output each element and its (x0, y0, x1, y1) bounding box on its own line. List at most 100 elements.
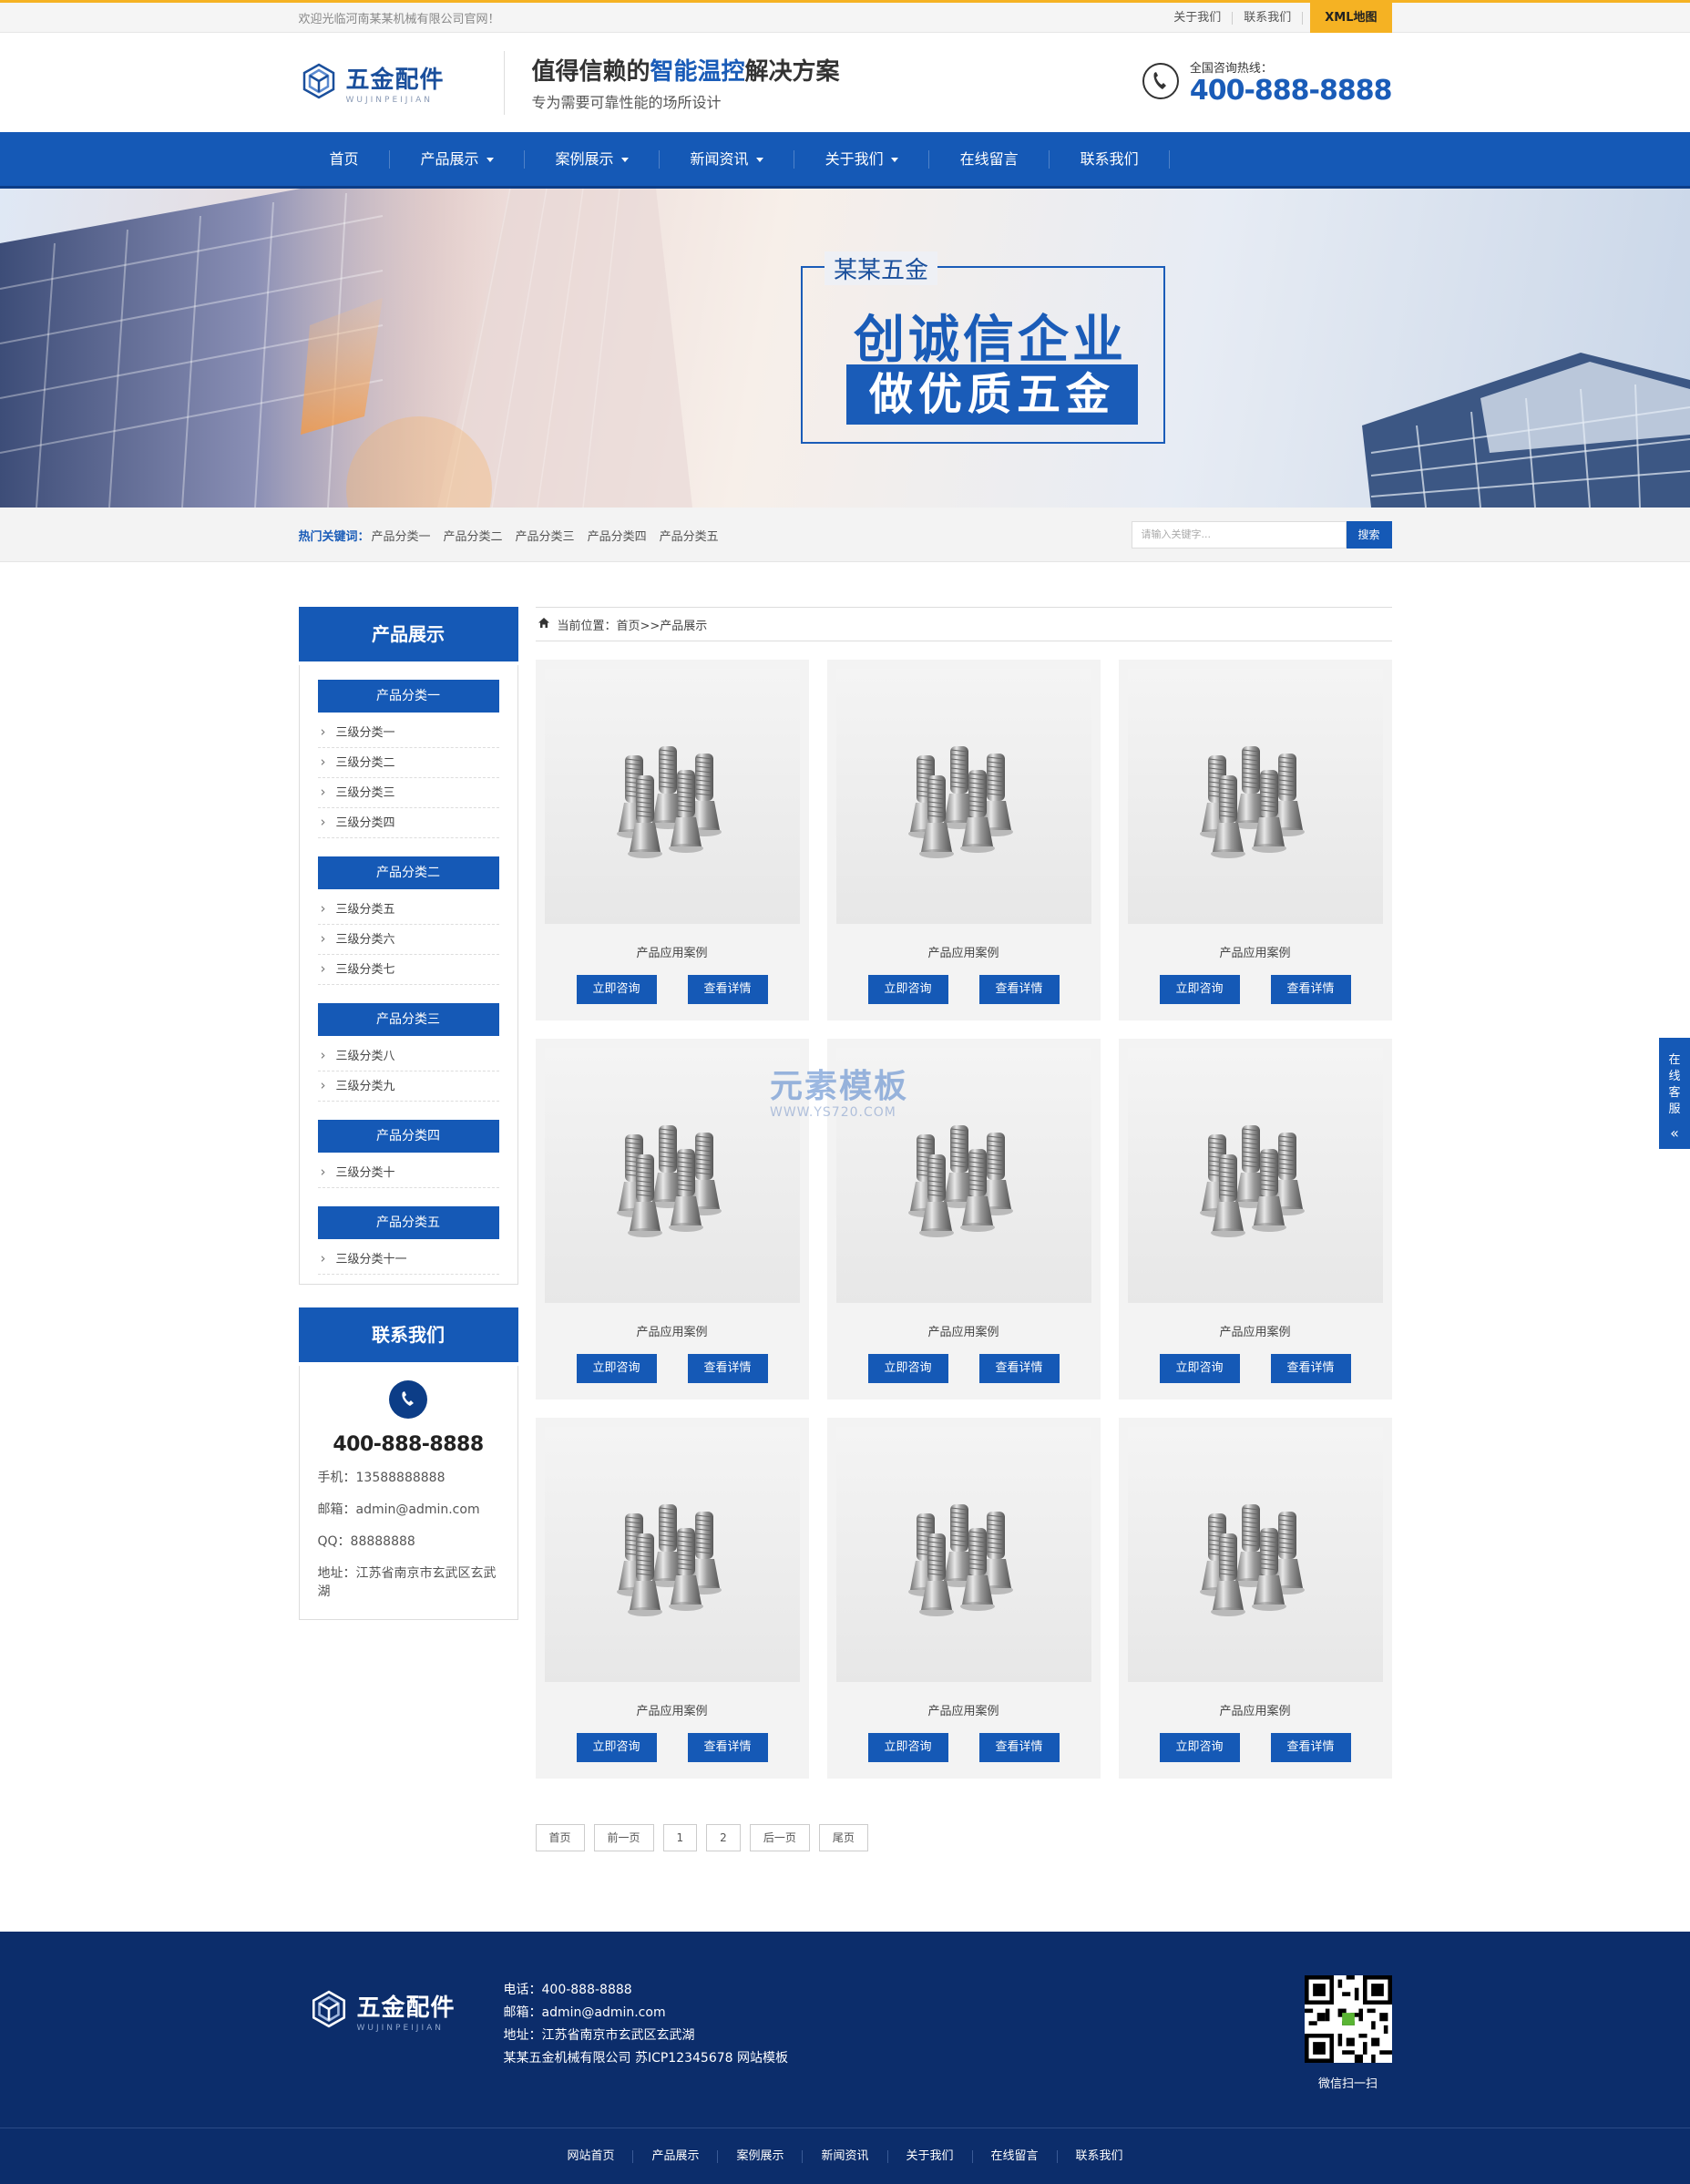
contact-title: 联系我们 (298, 1307, 518, 1366)
category-button[interactable]: 产品分类一 (317, 680, 499, 713)
nav-products[interactable]: 产品展示 (390, 132, 525, 186)
view-details-button[interactable]: 查看详情 (687, 975, 768, 1004)
hot-keyword[interactable]: 产品分类三 (516, 527, 575, 544)
product-image[interactable] (1127, 1427, 1383, 1682)
subcategory-item[interactable]: 三级分类五 (317, 894, 499, 925)
consult-button[interactable]: 立即咨询 (867, 1354, 948, 1383)
page-next[interactable]: 后一页 (749, 1824, 810, 1851)
product-image[interactable] (1127, 1048, 1383, 1303)
page-last[interactable]: 尾页 (818, 1824, 868, 1851)
page-first[interactable]: 首页 (535, 1824, 585, 1851)
contact-email: 邮箱：admin@admin.com (317, 1502, 480, 1517)
product-card[interactable]: 产品应用案例立即咨询 查看详情 (826, 1418, 1101, 1779)
subcategory-item[interactable]: 三级分类十 (317, 1157, 499, 1188)
product-card[interactable]: 产品应用案例立即咨询 查看详情 (535, 1418, 809, 1779)
subcategory-item[interactable]: 三级分类十一 (317, 1244, 499, 1275)
product-card[interactable]: 产品应用案例立即咨询 查看详情 (826, 660, 1101, 1020)
product-card[interactable]: 产品应用案例立即咨询 查看详情 (1118, 1418, 1392, 1779)
nav-news[interactable]: 新闻资讯 (660, 132, 794, 186)
product-title[interactable]: 产品应用案例 (1128, 1701, 1383, 1718)
subcategory-item[interactable]: 三级分类七 (317, 954, 499, 985)
view-details-button[interactable]: 查看详情 (1270, 1354, 1351, 1383)
footer-nav-cases[interactable]: 案例展示 (718, 2149, 804, 2163)
product-title[interactable]: 产品应用案例 (1128, 943, 1383, 960)
footer-logo-name: 五金配件 (356, 1994, 456, 2022)
view-details-button[interactable]: 查看详情 (978, 1733, 1060, 1762)
subcategory-item[interactable]: 三级分类四 (317, 807, 499, 838)
view-details-button[interactable]: 查看详情 (687, 1354, 768, 1383)
view-details-button[interactable]: 查看详情 (978, 975, 1060, 1004)
view-details-button[interactable]: 查看详情 (1270, 1733, 1351, 1762)
product-image[interactable] (544, 1048, 800, 1303)
hot-keyword[interactable]: 产品分类四 (588, 527, 647, 544)
product-card[interactable]: 产品应用案例立即咨询 查看详情 (535, 1039, 809, 1400)
nav-about[interactable]: 关于我们 (794, 132, 929, 186)
category-button[interactable]: 产品分类二 (317, 856, 499, 889)
category-button[interactable]: 产品分类三 (317, 1003, 499, 1036)
product-card[interactable]: 产品应用案例立即咨询 查看详情 (535, 660, 809, 1020)
product-image[interactable] (835, 1427, 1091, 1682)
nav-cases[interactable]: 案例展示 (525, 132, 660, 186)
subcategory-item[interactable]: 三级分类六 (317, 924, 499, 955)
consult-button[interactable]: 立即咨询 (1159, 975, 1240, 1004)
consult-button[interactable]: 立即咨询 (576, 975, 657, 1004)
product-title[interactable]: 产品应用案例 (836, 943, 1091, 960)
product-image[interactable] (544, 669, 800, 924)
subcategory-item[interactable]: 三级分类一 (317, 717, 499, 748)
footer-nav-news[interactable]: 新闻资讯 (803, 2149, 888, 2163)
product-image[interactable] (835, 669, 1091, 924)
hot-keyword[interactable]: 产品分类五 (660, 527, 719, 544)
consult-button[interactable]: 立即咨询 (576, 1733, 657, 1762)
consult-button[interactable]: 立即咨询 (867, 1733, 948, 1762)
view-details-button[interactable]: 查看详情 (687, 1733, 768, 1762)
top-link-contact[interactable]: 联系我们 (1233, 11, 1304, 25)
product-title[interactable]: 产品应用案例 (836, 1322, 1091, 1339)
product-image[interactable] (544, 1427, 800, 1682)
subcategory-item[interactable]: 三级分类九 (317, 1071, 499, 1102)
footer-nav: 网站首页 产品展示 案例展示 新闻资讯 关于我们 在线留言 联系我们 (0, 2128, 1690, 2184)
footer-nav-about[interactable]: 关于我们 (888, 2149, 973, 2163)
site-logo[interactable]: 五金配件 WUJINPEIJIAN (299, 61, 504, 105)
xml-sitemap-link[interactable]: XML地图 (1310, 3, 1392, 33)
page-number[interactable]: 2 (706, 1824, 741, 1851)
hero-banner: 某某五金 创诚信企业 做优质五金 (0, 189, 1690, 508)
online-service-tab[interactable]: 在线客服 « (1659, 1038, 1690, 1149)
footer-nav-message[interactable]: 在线留言 (973, 2149, 1058, 2163)
category-button[interactable]: 产品分类五 (317, 1206, 499, 1239)
footer-nav-products[interactable]: 产品展示 (633, 2149, 719, 2163)
subcategory-item[interactable]: 三级分类八 (317, 1041, 499, 1071)
home-icon (538, 617, 550, 632)
nav-message[interactable]: 在线留言 (929, 132, 1050, 186)
top-link-about[interactable]: 关于我们 (1163, 11, 1234, 25)
page-number[interactable]: 1 (662, 1824, 698, 1851)
product-title[interactable]: 产品应用案例 (836, 1701, 1091, 1718)
category-button[interactable]: 产品分类四 (317, 1120, 499, 1153)
footer-nav-home[interactable]: 网站首页 (548, 2149, 634, 2163)
product-title[interactable]: 产品应用案例 (545, 1701, 800, 1718)
page-prev[interactable]: 前一页 (593, 1824, 654, 1851)
product-card[interactable]: 产品应用案例立即咨询 查看详情 (1118, 660, 1392, 1020)
building-right-image (1362, 353, 1690, 508)
nav-contact[interactable]: 联系我们 (1050, 132, 1170, 186)
product-title[interactable]: 产品应用案例 (545, 943, 800, 960)
consult-button[interactable]: 立即咨询 (1159, 1733, 1240, 1762)
search-button[interactable]: 搜索 (1346, 521, 1392, 549)
hot-keyword[interactable]: 产品分类二 (444, 527, 503, 544)
hot-keyword[interactable]: 产品分类一 (372, 527, 431, 544)
footer-nav-contact[interactable]: 联系我们 (1058, 2149, 1142, 2163)
product-image[interactable] (1127, 669, 1383, 924)
consult-button[interactable]: 立即咨询 (867, 975, 948, 1004)
subcategory-item[interactable]: 三级分类二 (317, 747, 499, 778)
product-title[interactable]: 产品应用案例 (545, 1322, 800, 1339)
product-card[interactable]: 产品应用案例立即咨询 查看详情 (1118, 1039, 1392, 1400)
subcategory-item[interactable]: 三级分类三 (317, 777, 499, 808)
view-details-button[interactable]: 查看详情 (1270, 975, 1351, 1004)
nav-home[interactable]: 首页 (299, 132, 390, 186)
consult-button[interactable]: 立即咨询 (576, 1354, 657, 1383)
search-input[interactable]: 请输入关键字... (1131, 521, 1347, 549)
footer-logo[interactable]: 五金配件 WUJINPEIJIAN (308, 1988, 456, 2034)
product-title[interactable]: 产品应用案例 (1128, 1322, 1383, 1339)
view-details-button[interactable]: 查看详情 (978, 1354, 1060, 1383)
consult-button[interactable]: 立即咨询 (1159, 1354, 1240, 1383)
logo-name: 五金配件 (345, 66, 445, 94)
